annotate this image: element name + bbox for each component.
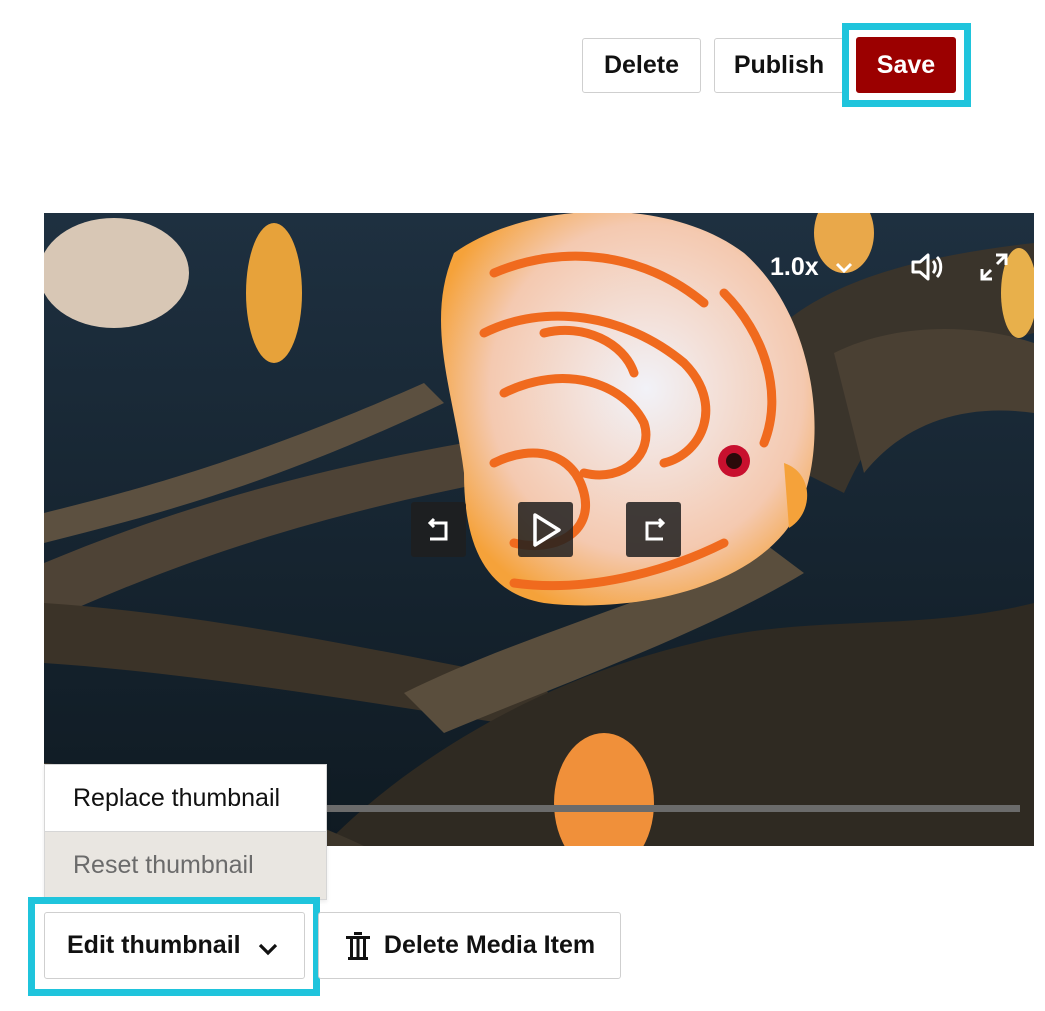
- publish-button-label: Publish: [733, 51, 825, 79]
- volume-icon[interactable]: [910, 251, 944, 288]
- delete-button-label: Delete: [603, 51, 680, 79]
- fullscreen-icon[interactable]: [978, 251, 1010, 288]
- delete-media-item-label: Delete Media Item: [383, 931, 596, 959]
- forward-button[interactable]: [626, 502, 681, 557]
- trash-icon: [345, 931, 370, 960]
- chevron-down-icon: [258, 943, 277, 955]
- play-button[interactable]: [518, 502, 573, 557]
- rewind-button[interactable]: [411, 502, 466, 557]
- edit-thumbnail-label: Edit thumbnail: [67, 931, 241, 959]
- playback-speed[interactable]: 1.0x: [770, 253, 819, 282]
- delete-media-item-button[interactable]: Delete Media Item: [318, 912, 621, 979]
- replace-thumbnail-item[interactable]: Replace thumbnail: [45, 765, 326, 832]
- chevron-down-icon[interactable]: [834, 261, 854, 280]
- rewind-icon: [427, 517, 447, 540]
- publish-button[interactable]: Publish: [714, 38, 844, 93]
- progress-track: [327, 805, 1020, 812]
- replace-thumbnail-label: Replace thumbnail: [73, 783, 281, 812]
- reset-thumbnail-label: Reset thumbnail: [73, 851, 254, 879]
- play-icon: [532, 512, 561, 547]
- save-button-label: Save: [876, 50, 936, 79]
- reset-thumbnail-item: Reset thumbnail: [45, 832, 326, 899]
- thumbnail-menu: Replace thumbnail Reset thumbnail: [44, 764, 327, 900]
- forward-icon: [645, 517, 665, 540]
- save-button[interactable]: Save: [856, 37, 956, 93]
- video-player[interactable]: 1.0x: [44, 213, 1034, 846]
- edit-thumbnail-button[interactable]: Edit thumbnail: [44, 912, 305, 979]
- delete-button[interactable]: Delete: [582, 38, 701, 93]
